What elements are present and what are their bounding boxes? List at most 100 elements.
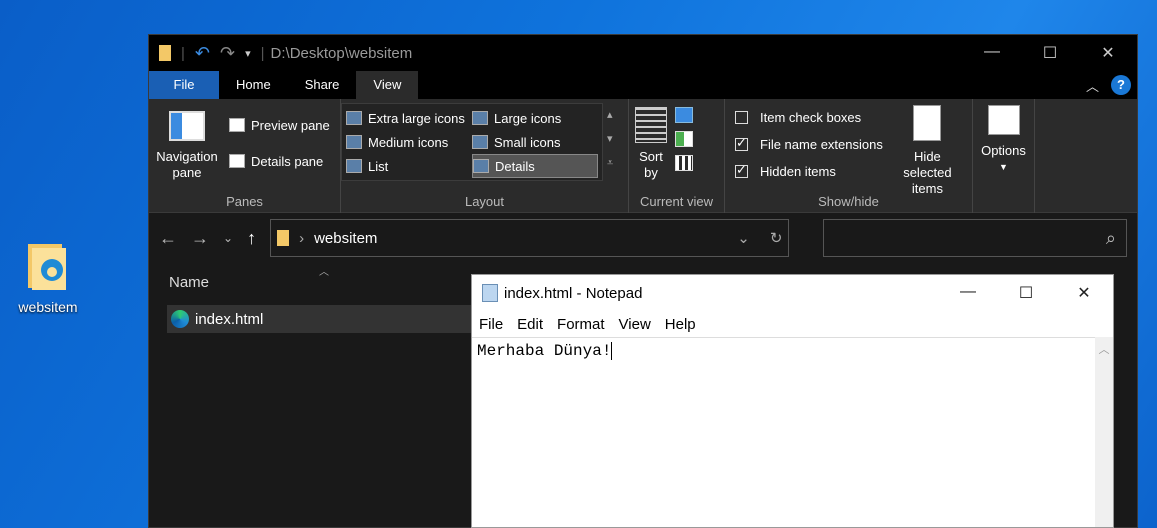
address-dropdown-icon[interactable]: ⌄: [737, 229, 750, 247]
notepad-titlebar: index.html - Notepad — ☐ ✕: [472, 275, 1113, 311]
layout-expand-icon[interactable]: ⩡: [607, 151, 613, 175]
size-columns-icon[interactable]: [675, 155, 693, 171]
layout-scroll-up-icon[interactable]: ▴: [607, 103, 613, 127]
sort-by-icon: [635, 107, 667, 143]
file-name: index.html: [195, 310, 264, 328]
small-icons-icon: [472, 135, 488, 149]
undo-icon[interactable]: ↶: [195, 43, 210, 64]
tab-file[interactable]: File: [149, 71, 219, 99]
extra-large-icons-icon: [346, 111, 362, 125]
layout-item-label: Large icons: [494, 110, 562, 126]
item-check-boxes-label: Item check boxes: [760, 109, 862, 125]
notepad-maximize-button[interactable]: ☐: [997, 283, 1055, 303]
scroll-up-icon[interactable]: ︿: [1099, 344, 1110, 356]
group-by-icon[interactable]: [675, 107, 693, 123]
layout-item-label: Small icons: [494, 134, 561, 150]
explorer-titlebar: | ↶ ↷ ▾ | D:\Desktop\websitem — ☐ ✕: [149, 35, 1137, 71]
panes-group: Navigation pane Preview pane Details pan…: [149, 99, 341, 213]
layout-extra-large-icons[interactable]: Extra large icons: [346, 106, 472, 130]
large-icons-icon: [472, 111, 488, 125]
breadcrumb-websitem[interactable]: websitem: [314, 230, 377, 247]
desktop-folder-websitem[interactable]: websitem: [8, 240, 88, 315]
menu-view[interactable]: View: [619, 316, 651, 333]
details-icon: [473, 159, 489, 173]
ribbon: Navigation pane Preview pane Details pan…: [149, 99, 1137, 213]
maximize-button[interactable]: ☐: [1021, 43, 1079, 63]
layout-scroll-down-icon[interactable]: ▾: [607, 127, 613, 151]
sort-label-2: by: [644, 165, 658, 180]
ribbon-tabs: File Home Share View ︿ ?: [149, 71, 1137, 99]
folder-icon: [277, 230, 290, 246]
collapse-ribbon-icon[interactable]: ︿: [1086, 76, 1099, 95]
options-icon: [987, 105, 1020, 135]
item-check-boxes-toggle[interactable]: Item check boxes: [735, 105, 883, 129]
preview-pane-button[interactable]: Preview pane: [229, 113, 330, 137]
layout-item-label: List: [368, 158, 389, 174]
tab-home[interactable]: Home: [219, 71, 288, 99]
column-header-name[interactable]: Name: [169, 274, 209, 291]
tab-share[interactable]: Share: [288, 71, 357, 99]
hidden-items-toggle[interactable]: Hidden items: [735, 159, 883, 183]
search-box[interactable]: ⌕: [823, 219, 1127, 257]
layout-list[interactable]: List: [346, 154, 472, 178]
layout-group: Extra large icons Large icons Medium ico…: [341, 99, 629, 213]
add-columns-icon[interactable]: [675, 131, 693, 147]
navigation-pane-label-2: pane: [172, 165, 202, 180]
preview-pane-icon: [229, 118, 245, 132]
address-bar-row: ← → ⌄ ↑ › websitem ⌄ ↻ ⌕: [149, 213, 1137, 263]
hide-selected-icon: [913, 105, 942, 141]
layout-item-label: Medium icons: [368, 134, 449, 150]
current-view-group: Sort by Current view: [629, 99, 725, 213]
file-name-extensions-label: File name extensions: [760, 136, 883, 152]
refresh-icon[interactable]: ↻: [770, 229, 783, 247]
menu-file[interactable]: File: [479, 316, 503, 333]
show-hide-group: Item check boxes File name extensions Hi…: [725, 99, 973, 213]
redo-icon[interactable]: ↷: [220, 43, 235, 64]
current-view-label: Current view: [640, 194, 713, 209]
show-hide-label: Show/hide: [818, 194, 879, 209]
tab-view[interactable]: View: [356, 71, 419, 99]
close-button[interactable]: ✕: [1079, 43, 1137, 63]
notepad-title: index.html - Notepad: [504, 284, 643, 302]
help-icon[interactable]: ?: [1111, 75, 1131, 95]
layout-medium-icons[interactable]: Medium icons: [346, 130, 472, 154]
checkbox-checked-icon: [735, 162, 748, 178]
notepad-menubar: File Edit Format View Help: [472, 311, 1113, 337]
vertical-scrollbar[interactable]: ︿: [1095, 337, 1113, 527]
notepad-minimize-button[interactable]: —: [939, 283, 997, 303]
editor-text: Merhaba Dünya!: [477, 342, 612, 361]
details-pane-label: Details pane: [251, 153, 324, 169]
menu-help[interactable]: Help: [665, 316, 696, 333]
layout-item-label: Extra large icons: [368, 110, 465, 126]
notepad-icon: [482, 284, 498, 302]
file-name-extensions-toggle[interactable]: File name extensions: [735, 132, 883, 156]
options-button[interactable]: Options ▼: [979, 105, 1028, 175]
desktop-icon-label: websitem: [18, 299, 78, 315]
folder-icon: [159, 45, 171, 61]
minimize-button[interactable]: —: [963, 43, 1021, 63]
notepad-editor[interactable]: Merhaba Dünya!: [472, 337, 1095, 527]
options-dropdown-icon: ▼: [999, 162, 1008, 172]
layout-small-icons[interactable]: Small icons: [472, 130, 598, 154]
notepad-close-button[interactable]: ✕: [1055, 283, 1113, 303]
up-icon[interactable]: ↑: [247, 228, 256, 249]
layout-details[interactable]: Details: [472, 154, 598, 178]
menu-format[interactable]: Format: [557, 316, 605, 333]
checkbox-icon: [735, 110, 748, 124]
forward-icon[interactable]: →: [191, 228, 209, 249]
window-title: D:\Desktop\websitem: [270, 44, 413, 62]
preview-pane-label: Preview pane: [251, 117, 330, 133]
back-icon[interactable]: ←: [159, 228, 177, 249]
text-caret: [611, 342, 613, 360]
layout-large-icons[interactable]: Large icons: [472, 106, 598, 130]
details-pane-button[interactable]: Details pane: [229, 149, 330, 173]
recent-locations-icon[interactable]: ⌄: [223, 231, 233, 245]
menu-edit[interactable]: Edit: [517, 316, 543, 333]
notepad-window: index.html - Notepad — ☐ ✕ File Edit For…: [471, 274, 1114, 528]
customize-toolbar-icon[interactable]: ▾: [245, 47, 251, 60]
navigation-pane-label: Navigation: [156, 149, 218, 164]
details-pane-icon: [229, 154, 245, 168]
layout-label: Layout: [464, 194, 505, 209]
file-row[interactable]: index.html: [167, 305, 477, 333]
address-bar[interactable]: › websitem ⌄ ↻: [270, 219, 790, 257]
